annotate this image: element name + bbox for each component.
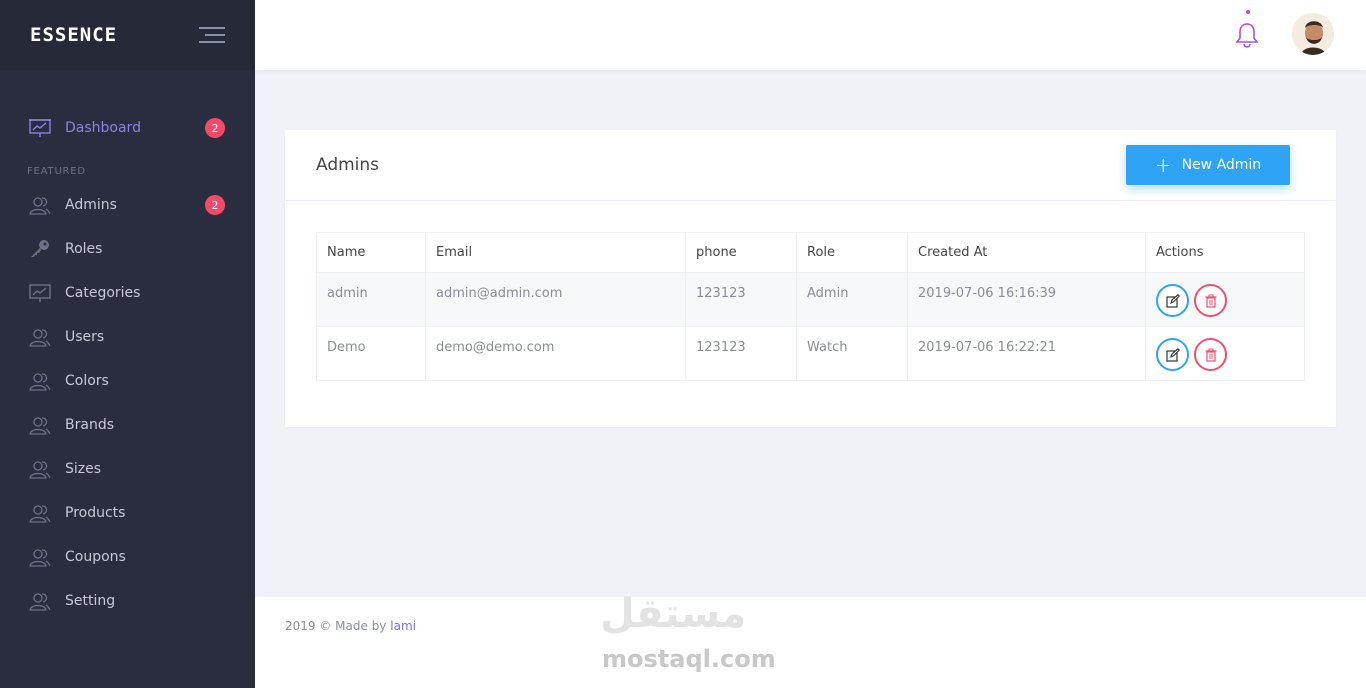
- cell-actions: [1145, 326, 1305, 381]
- footer: 2019 © Made by lami مستقل mostaql.com: [255, 591, 1366, 688]
- top-bar: [255, 0, 1366, 70]
- cell-role: Watch: [796, 326, 908, 381]
- cell-name: Demo: [316, 326, 426, 381]
- cell-created-at: 2019-07-06 16:16:39: [907, 272, 1146, 327]
- sidebar-item-label: Sizes: [65, 461, 102, 477]
- sidebar-item-products[interactable]: Products: [0, 491, 255, 535]
- column-header-created-at: Created At: [907, 232, 1146, 273]
- edit-button[interactable]: [1156, 338, 1189, 371]
- admins-card: Admins + New Admin Name Email phone Role…: [285, 130, 1336, 427]
- column-header-name: Name: [316, 232, 426, 273]
- table-header-row: Name Email phone Role Created At Actions: [316, 232, 1305, 273]
- sidebar-item-label: Users: [65, 329, 105, 345]
- sidebar-item-label: Categories: [65, 285, 141, 301]
- trash-icon: [1205, 294, 1217, 308]
- card-header: Admins + New Admin: [285, 130, 1336, 201]
- footer-author-link[interactable]: lami: [390, 619, 416, 633]
- sidebar-item-admins[interactable]: Admins 2: [0, 183, 255, 227]
- users-icon: [28, 370, 52, 392]
- sidebar-item-label: Dashboard: [65, 120, 141, 136]
- column-header-email: Email: [425, 232, 686, 273]
- cell-role: Admin: [796, 272, 908, 327]
- sidebar-brand: ESSENCE: [0, 0, 255, 70]
- footer-credit: 2019 © Made by lami: [285, 619, 416, 633]
- watermark-latin: mostaql.com: [602, 645, 776, 673]
- edit-icon: [1165, 347, 1180, 362]
- table-row: admin admin@admin.com 123123 Admin 2019-…: [316, 272, 1305, 327]
- notification-badge: 2: [205, 118, 225, 138]
- users-icon: [28, 326, 52, 348]
- cell-created-at: 2019-07-06 16:22:21: [907, 326, 1146, 381]
- sidebar-item-coupons[interactable]: Coupons: [0, 535, 255, 579]
- users-icon: [28, 502, 52, 524]
- notification-badge: 2: [205, 195, 225, 215]
- sidebar-item-colors[interactable]: Colors: [0, 359, 255, 403]
- user-avatar[interactable]: [1292, 13, 1334, 55]
- delete-button[interactable]: [1194, 338, 1228, 371]
- notification-dot: [1246, 10, 1250, 14]
- cell-phone: 123123: [685, 326, 797, 381]
- cell-name: admin: [316, 272, 426, 327]
- presentation-chart-icon: [28, 282, 52, 304]
- sidebar-item-label: Setting: [65, 593, 116, 609]
- users-icon: [28, 590, 52, 612]
- cell-email: admin@admin.com: [425, 272, 686, 327]
- menu-section-label: FEATURED: [27, 166, 86, 177]
- sidebar-item-sizes[interactable]: Sizes: [0, 447, 255, 491]
- users-icon: [28, 414, 52, 436]
- sidebar-item-label: Admins: [65, 197, 117, 213]
- edit-icon: [1165, 293, 1180, 308]
- column-header-phone: phone: [685, 232, 797, 273]
- column-header-actions: Actions: [1145, 232, 1305, 273]
- cell-actions: [1145, 272, 1305, 327]
- delete-button[interactable]: [1194, 284, 1228, 317]
- key-icon: [28, 238, 52, 260]
- sidebar-item-brands[interactable]: Brands: [0, 403, 255, 447]
- footer-prefix: 2019 © Made by: [285, 619, 387, 633]
- sidebar-item-label: Coupons: [65, 549, 126, 565]
- new-admin-button[interactable]: + New Admin: [1126, 145, 1290, 185]
- admins-table: Name Email phone Role Created At Actions…: [316, 232, 1305, 381]
- table-row: Demo demo@demo.com 123123 Watch 2019-07-…: [316, 326, 1305, 381]
- sidebar-item-label: Brands: [65, 417, 114, 433]
- edit-button[interactable]: [1156, 284, 1189, 317]
- sidebar-item-categories[interactable]: Categories: [0, 271, 255, 315]
- cell-email: demo@demo.com: [425, 326, 686, 381]
- sidebar-item-label: Roles: [65, 241, 103, 257]
- sidebar-item-label: Products: [65, 505, 126, 521]
- plus-icon: +: [1154, 153, 1172, 177]
- trash-icon: [1205, 348, 1217, 362]
- new-admin-button-label: New Admin: [1181, 157, 1262, 173]
- sidebar-item-setting[interactable]: Setting: [0, 579, 255, 623]
- users-icon: [28, 546, 52, 568]
- users-icon: [28, 194, 52, 216]
- menu-toggle-icon[interactable]: [199, 27, 225, 43]
- sidebar-item-users[interactable]: Users: [0, 315, 255, 359]
- sidebar-item-label: Colors: [65, 373, 109, 389]
- sidebar-menu: Dashboard 2 FEATURED Admins 2 Roles Cate…: [0, 70, 255, 623]
- sidebar-item-roles[interactable]: Roles: [0, 227, 255, 271]
- brand-logo[interactable]: ESSENCE: [30, 24, 117, 46]
- column-header-role: Role: [796, 232, 908, 273]
- sidebar: ESSENCE Dashboard 2 FEATURED Admins 2 Ro…: [0, 0, 255, 688]
- cell-phone: 123123: [685, 272, 797, 327]
- presentation-chart-icon: [28, 117, 52, 139]
- page-title: Admins: [316, 155, 380, 175]
- watermark-arabic: مستقل: [600, 591, 747, 637]
- users-icon: [28, 458, 52, 480]
- sidebar-item-dashboard[interactable]: Dashboard 2: [0, 106, 255, 150]
- bell-icon[interactable]: [1235, 20, 1259, 48]
